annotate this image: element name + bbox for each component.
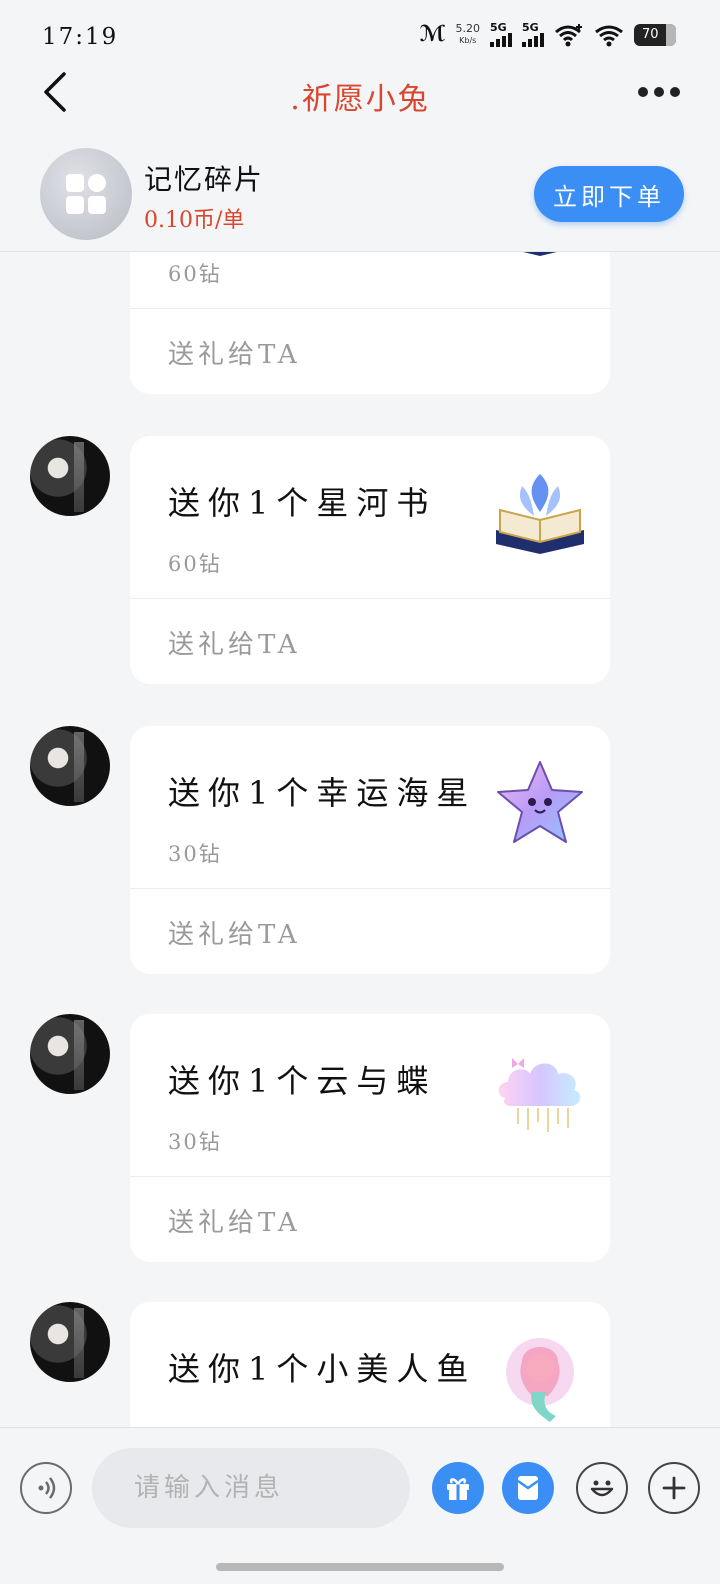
- emoji-icon: [590, 1480, 614, 1497]
- service-price: 0.10币/单: [144, 208, 245, 233]
- gift-title: 送你1个云与蝶: [168, 1062, 437, 1100]
- net-speed: 5.20 Kb/s: [455, 21, 481, 47]
- grid-icon: [66, 174, 106, 214]
- gift-card[interactable]: 送你1个云与蝶 30钻 送礼给TA: [130, 1014, 610, 1262]
- gift-title: 送你1个小美人鱼: [168, 1350, 477, 1388]
- mermaid-icon: [506, 1338, 574, 1422]
- app-notification-icon: ℳ: [419, 22, 446, 47]
- gift-price: 60钻: [168, 552, 222, 576]
- emoji-button[interactable]: [576, 1462, 628, 1514]
- gift-message: 送你1个幸运海星 30钻 送礼给TA: [0, 726, 720, 976]
- service-name: 记忆碎片: [144, 163, 265, 196]
- send-gift-link[interactable]: 送礼给TA: [168, 914, 301, 951]
- avatar[interactable]: [30, 726, 110, 806]
- order-now-button[interactable]: 立即下单: [534, 166, 684, 222]
- message-input[interactable]: [92, 1448, 410, 1528]
- voice-button[interactable]: [20, 1462, 72, 1514]
- divider: [130, 1176, 610, 1177]
- gift-card[interactable]: 60钻 送礼给TA: [130, 252, 610, 394]
- nav-bar: .祈愿小兔: [0, 58, 720, 128]
- send-gift-link[interactable]: 送礼给TA: [168, 1202, 301, 1239]
- divider: [130, 598, 610, 599]
- service-avatar[interactable]: [40, 148, 132, 240]
- gift-price: 30钻: [168, 842, 222, 866]
- signal-icon-2: 5G: [522, 22, 544, 47]
- wifi-icon: [595, 25, 623, 46]
- voice-icon: [38, 1477, 56, 1499]
- gift-message: 送你1个星河书 60钻 送礼给TA: [0, 436, 720, 686]
- gift-message: 60钻 送礼给TA: [0, 252, 720, 396]
- gift-title: 送你1个幸运海星: [168, 774, 477, 812]
- gift-button[interactable]: [432, 1462, 484, 1514]
- star-book-icon: [496, 474, 584, 554]
- avatar[interactable]: [30, 436, 110, 516]
- page-title: .祈愿小兔: [290, 82, 430, 117]
- gift-icon: [447, 1478, 469, 1500]
- divider: [130, 888, 610, 889]
- service-header: 记忆碎片 0.10币/单 立即下单: [0, 128, 720, 252]
- signal-icon-1: 5G: [490, 22, 512, 47]
- star-book-icon: [523, 252, 557, 256]
- gift-card[interactable]: 送你1个幸运海星 30钻 送礼给TA: [130, 726, 610, 974]
- battery-icon: 70: [634, 23, 676, 46]
- more-button[interactable]: [638, 82, 682, 102]
- cloud-butterfly-icon: [498, 1058, 581, 1132]
- avatar[interactable]: [30, 1014, 110, 1094]
- more-actions-button[interactable]: [648, 1462, 700, 1514]
- divider: [130, 308, 610, 309]
- avatar[interactable]: [30, 1302, 110, 1382]
- gift-message: 送你1个小美人鱼: [0, 1302, 720, 1427]
- status-time: 17:19: [42, 24, 119, 50]
- send-gift-link[interactable]: 送礼给TA: [168, 624, 301, 661]
- gift-card[interactable]: 送你1个小美人鱼: [130, 1302, 610, 1427]
- input-bar: [0, 1427, 720, 1584]
- gift-price: 60钻: [168, 262, 222, 286]
- status-icons: ℳ 5.20 Kb/s 5G 5G 70: [419, 22, 676, 47]
- gift-price: 30钻: [168, 1130, 222, 1154]
- more-dots-icon: [638, 87, 648, 97]
- gift-title: 送你1个星河书: [168, 484, 437, 522]
- send-gift-link[interactable]: 送礼给TA: [168, 334, 301, 371]
- gift-message: 送你1个云与蝶 30钻 送礼给TA: [0, 1014, 720, 1264]
- wifi-plus-icon: [555, 23, 582, 46]
- gift-card[interactable]: 送你1个星河书 60钻 送礼给TA: [130, 436, 610, 684]
- red-packet-button[interactable]: [502, 1462, 554, 1514]
- plus-icon: [662, 1476, 686, 1500]
- lucky-starfish-icon: [497, 761, 583, 843]
- red-packet-icon: [517, 1476, 539, 1500]
- home-indicator[interactable]: [216, 1563, 504, 1571]
- net-speed-unit: Kb/s: [459, 35, 477, 45]
- battery-level: 70: [642, 27, 659, 42]
- chat-area[interactable]: 60钻 送礼给TA 送你1个星河书 60钻 送礼给TA 送你1个幸运海星 30钻…: [0, 252, 720, 1427]
- net-speed-value: 5.20: [455, 21, 481, 35]
